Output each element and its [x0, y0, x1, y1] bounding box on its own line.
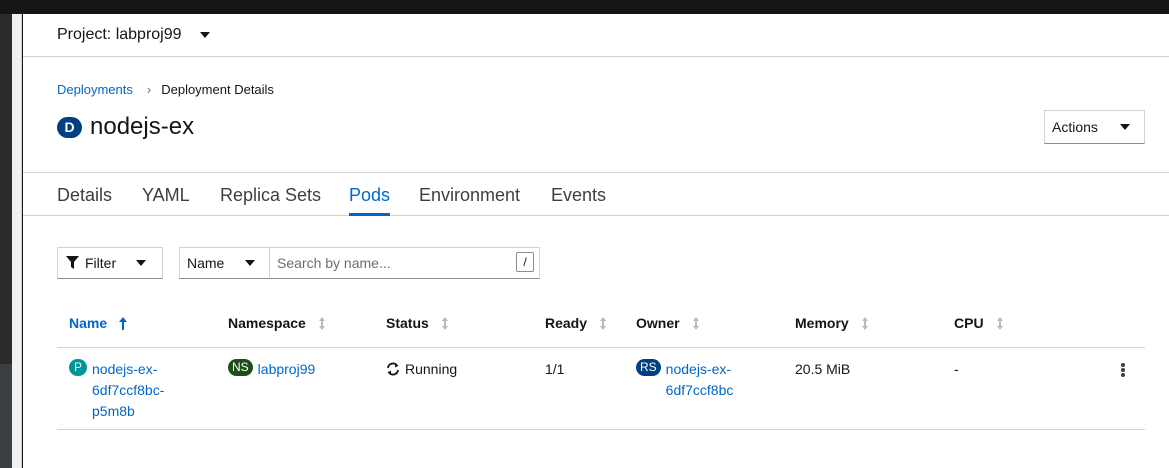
- search-input[interactable]: [270, 247, 540, 279]
- project-selector-label[interactable]: Project: labproj99: [57, 26, 182, 44]
- column-header-owner[interactable]: Owner: [636, 315, 700, 331]
- tab-pods[interactable]: Pods: [349, 185, 391, 216]
- column-header-name[interactable]: Name: [69, 315, 128, 331]
- sort-icon: [692, 316, 699, 330]
- kebab-icon[interactable]: [1121, 363, 1125, 377]
- sort-icon: [996, 316, 1003, 330]
- namespace-link[interactable]: labproj99: [258, 359, 316, 380]
- pod-name-cell: P nodejs-ex- 6df7ccf8bc- p5m8b: [69, 359, 164, 422]
- actions-label: Actions: [1052, 119, 1098, 135]
- sort-ascending-icon: [119, 316, 128, 330]
- column-header-ready[interactable]: Ready: [545, 315, 607, 331]
- filter-type-select[interactable]: Name: [179, 247, 270, 279]
- sidebar-edge: [12, 14, 22, 468]
- sort-icon: [861, 316, 868, 330]
- search-shortcut-hint: /: [516, 252, 534, 272]
- pod-badge: P: [69, 359, 87, 376]
- left-masthead-strip: [0, 14, 12, 468]
- chevron-down-icon: [245, 260, 255, 266]
- main-content: Project: labproj99 Deployments › Deploym…: [23, 14, 1169, 468]
- breadcrumb-deployments-link[interactable]: Deployments: [57, 82, 133, 97]
- column-header-namespace[interactable]: Namespace: [228, 315, 326, 331]
- owner-cell: RS nodejs-ex- 6df7ccf8bc: [636, 359, 733, 401]
- memory-cell: 20.5 MiB: [795, 361, 851, 377]
- filter-label: Filter: [85, 255, 117, 271]
- chevron-down-icon: [136, 260, 146, 266]
- tab-replica-sets[interactable]: Replica Sets: [220, 185, 321, 216]
- tab-bar: Details YAML Replica Sets Pods Environme…: [23, 174, 1169, 216]
- tab-environment[interactable]: Environment: [419, 185, 520, 216]
- status-cell: Running: [386, 359, 457, 380]
- status-text: Running: [405, 361, 458, 377]
- tab-events[interactable]: Events: [551, 185, 606, 216]
- ready-cell: 1/1: [545, 361, 565, 377]
- filter-icon: [66, 256, 79, 269]
- cpu-cell: -: [954, 361, 959, 377]
- sort-icon: [318, 316, 325, 330]
- breadcrumb: Deployments › Deployment Details: [57, 82, 274, 97]
- column-header-status[interactable]: Status: [386, 315, 449, 331]
- actions-dropdown[interactable]: Actions: [1044, 110, 1145, 144]
- page-title: nodejs-ex: [90, 113, 195, 140]
- tab-details[interactable]: Details: [57, 185, 112, 216]
- chevron-down-icon[interactable]: [199, 32, 210, 38]
- sort-icon: [441, 316, 448, 330]
- column-header-memory[interactable]: Memory: [795, 315, 869, 331]
- table-row: P nodejs-ex- 6df7ccf8bc- p5m8b NS labpro…: [57, 349, 1145, 430]
- page-header: Deployments › Deployment Details D nodej…: [23, 58, 1169, 173]
- tab-yaml[interactable]: YAML: [142, 185, 190, 216]
- chevron-down-icon: [1120, 124, 1130, 130]
- replicaset-badge: RS: [636, 359, 661, 376]
- sync-icon: [387, 362, 399, 376]
- filter-type-label: Name: [187, 255, 225, 271]
- owner-link[interactable]: nodejs-ex- 6df7ccf8bc: [666, 359, 734, 401]
- breadcrumb-current: Deployment Details: [161, 82, 274, 97]
- filter-button[interactable]: Filter: [57, 247, 163, 279]
- column-header-cpu[interactable]: CPU: [954, 315, 1004, 331]
- title-row: D nodejs-ex: [57, 113, 194, 141]
- namespace-cell: NS labproj99: [228, 359, 315, 380]
- project-bar: Project: labproj99: [23, 14, 1169, 57]
- deployment-badge: D: [57, 116, 82, 138]
- namespace-badge: NS: [228, 359, 253, 376]
- pod-name-link[interactable]: nodejs-ex- 6df7ccf8bc- p5m8b: [92, 359, 164, 422]
- table-header: Name Namespace Status Ready Owner Memory…: [57, 300, 1145, 348]
- sort-icon: [600, 316, 607, 330]
- chevron-right-icon: ›: [146, 82, 152, 97]
